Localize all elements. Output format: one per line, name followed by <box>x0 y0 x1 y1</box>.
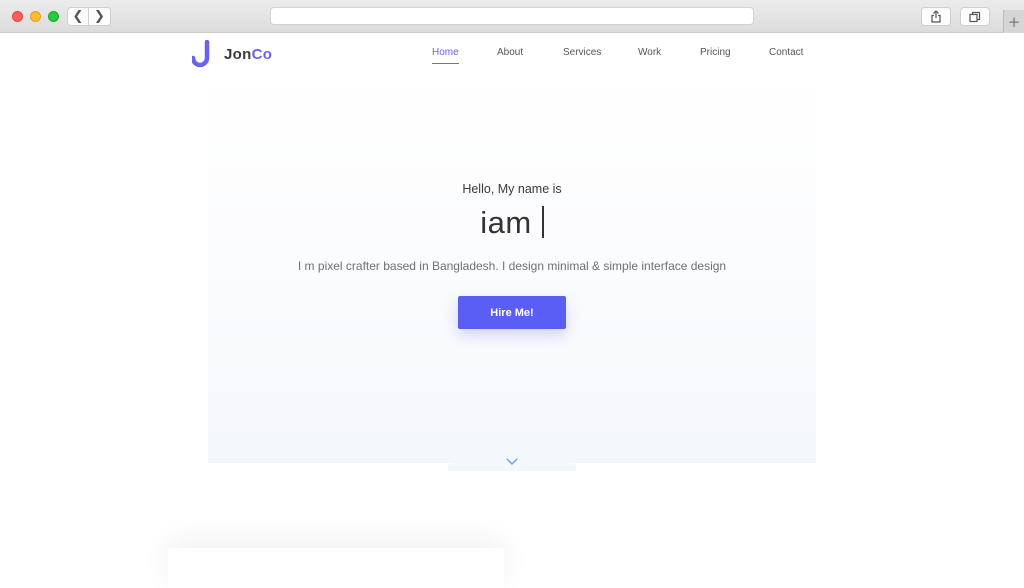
forward-button[interactable]: ❯ <box>89 7 111 26</box>
browser-toolbar: ❮ ❯ + <box>0 0 1024 33</box>
nav-services-link[interactable]: Services <box>563 47 601 58</box>
nav-pricing-link[interactable]: Pricing <box>700 47 731 58</box>
content-card <box>168 548 504 588</box>
typing-cursor <box>541 206 544 238</box>
hero-headline: iam <box>0 205 1024 241</box>
main-nav: Home About Services Work Pricing Contact <box>0 47 1024 64</box>
tabs-icon <box>969 11 981 22</box>
show-tabs-button[interactable] <box>960 7 990 26</box>
nav-contact-link[interactable]: Contact <box>769 47 803 58</box>
nav-about-link[interactable]: About <box>497 47 523 58</box>
hero-greeting: Hello, My name is <box>462 182 562 196</box>
share-button[interactable] <box>921 7 951 26</box>
typed-text: iam <box>480 205 532 240</box>
back-button[interactable]: ❮ <box>67 7 89 26</box>
close-window-button[interactable] <box>12 11 23 22</box>
nav-home-link[interactable]: Home <box>432 47 459 64</box>
maximize-window-button[interactable] <box>48 11 59 22</box>
address-bar[interactable] <box>270 7 754 25</box>
hero-bio: I m pixel crafter based in Bangladesh. I… <box>297 259 727 273</box>
share-icon <box>931 10 941 23</box>
nav-work-link[interactable]: Work <box>638 47 661 58</box>
new-tab-button[interactable]: + <box>1003 10 1024 33</box>
hire-me-button[interactable]: Hire Me! <box>458 296 566 329</box>
minimize-window-button[interactable] <box>30 11 41 22</box>
chevron-down-icon[interactable] <box>505 457 519 466</box>
